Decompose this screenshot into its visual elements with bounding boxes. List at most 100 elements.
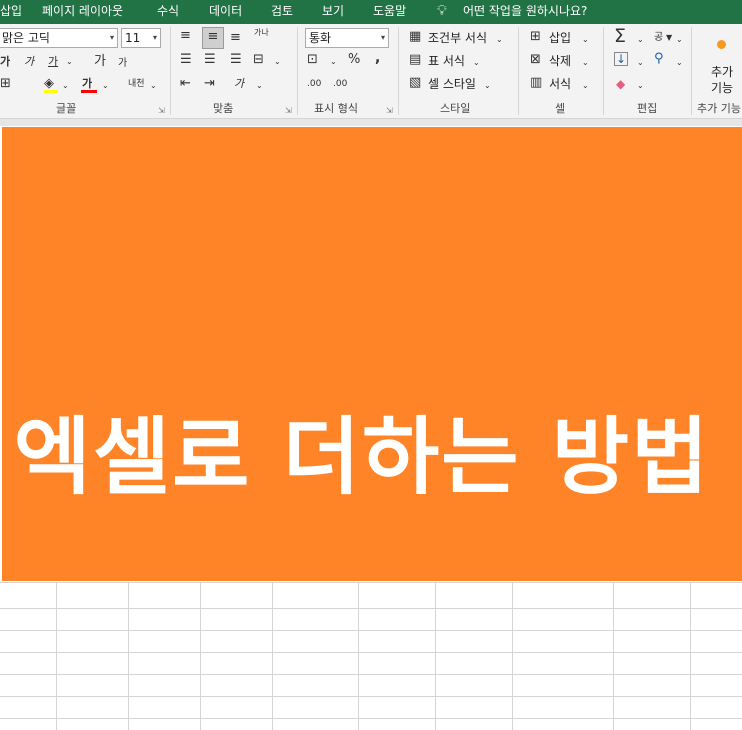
tab-formulas[interactable]: 수식	[157, 0, 179, 24]
add-ins-label-line1[interactable]: 추가	[711, 64, 733, 80]
group-label-number: 표시 형식	[314, 102, 358, 115]
eraser-icon[interactable]: ◆	[616, 76, 625, 92]
group-separator	[691, 27, 692, 115]
chevron-down-icon[interactable]: ⌄	[66, 54, 73, 70]
grid-column-line	[272, 582, 273, 730]
chevron-down-icon[interactable]: ⌄	[330, 54, 337, 70]
chevron-down-icon: ▾	[380, 33, 385, 42]
add-ins-icon	[717, 40, 726, 49]
font-name-value: 맑은 고딕	[2, 31, 50, 45]
format-as-table-button[interactable]: 표 서식	[428, 53, 465, 69]
group-label-cells: 셀	[555, 102, 566, 115]
chevron-down-icon[interactable]: ⌄	[637, 55, 644, 71]
group-separator	[297, 27, 298, 115]
chevron-down-icon[interactable]: ⌄	[582, 78, 589, 94]
increase-decimal-button[interactable]: .00	[307, 76, 321, 92]
chevron-down-icon[interactable]: ⌄	[102, 78, 109, 94]
format-cells-icon: ▥	[530, 75, 543, 90]
tab-page-layout[interactable]: 페이지 레이아웃	[42, 0, 123, 24]
worksheet-grid[interactable]	[0, 582, 742, 730]
fill-down-icon[interactable]: ↓	[614, 52, 628, 66]
find-icon[interactable]: ⚲	[654, 51, 664, 67]
align-middle-icon[interactable]: ≡	[202, 27, 224, 49]
grid-row-line	[0, 652, 742, 653]
sort-filter-button[interactable]: 공	[654, 30, 663, 46]
formula-bar-gap	[0, 119, 742, 126]
decrease-decimal-button[interactable]: .00	[333, 76, 347, 92]
conditional-formatting-button[interactable]: 조건부 서식	[428, 30, 487, 46]
tab-review[interactable]: 검토	[271, 0, 293, 24]
italic-button[interactable]: 가	[24, 54, 34, 70]
grid-column-line	[358, 582, 359, 730]
chevron-down-icon[interactable]: ⌄	[62, 78, 69, 94]
merge-center-icon[interactable]: ⊟	[253, 52, 264, 68]
grid-row-line	[0, 630, 742, 631]
phonetic-button[interactable]: 내천	[128, 76, 145, 92]
chevron-down-icon[interactable]: ⌄	[676, 32, 683, 48]
chevron-down-icon[interactable]: ⌄	[274, 54, 281, 70]
dialog-launcher-icon[interactable]: ⇲	[285, 106, 292, 115]
chevron-down-icon[interactable]: ⌄	[637, 32, 644, 48]
chevron-down-icon[interactable]: ⌄	[496, 32, 503, 48]
cell-styles-icon: ▧	[409, 75, 422, 90]
dialog-launcher-icon[interactable]: ⇲	[158, 106, 165, 115]
percent-button[interactable]: %	[348, 52, 360, 68]
align-left-icon[interactable]: ☰	[180, 52, 192, 68]
chevron-down-icon[interactable]: ⌄	[637, 78, 644, 94]
wrap-text-button[interactable]: 가나	[254, 28, 269, 37]
chevron-down-icon[interactable]: ⌄	[150, 78, 157, 94]
dialog-launcher-icon[interactable]: ⇲	[386, 106, 393, 115]
chevron-down-icon: ▾	[152, 33, 157, 42]
font-size-value: 11	[125, 31, 141, 45]
align-right-icon[interactable]: ☰	[230, 52, 242, 68]
add-ins-label-line2[interactable]: 기능	[711, 80, 733, 96]
font-color-swatch	[81, 90, 97, 93]
tab-data[interactable]: 데이터	[209, 0, 242, 24]
tab-help[interactable]: 도움말	[373, 0, 406, 24]
cell-styles-button[interactable]: 셀 스타일	[428, 76, 476, 92]
tell-me-search[interactable]: 어떤 작업을 원하시나요?	[463, 0, 587, 24]
grid-column-line	[200, 582, 201, 730]
autosum-icon[interactable]: Σ	[614, 26, 626, 46]
decrease-indent-icon[interactable]: ⇤	[180, 76, 191, 92]
accounting-format-icon[interactable]: ⊡	[307, 52, 318, 68]
grid-column-line	[56, 582, 57, 730]
bold-button[interactable]: 가	[0, 54, 10, 70]
font-size-select[interactable]: 11 ▾	[121, 28, 161, 48]
delete-cells-icon: ⊠	[530, 52, 541, 67]
group-label-editing: 편집	[637, 102, 658, 115]
chevron-down-icon[interactable]: ⌄	[582, 55, 589, 71]
group-separator	[170, 27, 171, 115]
grid-column-line	[690, 582, 691, 730]
tab-view[interactable]: 보기	[322, 0, 344, 24]
font-name-select[interactable]: 맑은 고딕 ▾	[0, 28, 118, 48]
underline-button[interactable]: 가	[48, 54, 58, 70]
align-center-icon[interactable]: ☰	[204, 52, 216, 68]
tab-insert[interactable]: 삽입	[0, 0, 22, 24]
chevron-down-icon[interactable]: ⌄	[484, 78, 491, 94]
shrink-font-button[interactable]: 가	[118, 56, 127, 72]
insert-cells-button[interactable]: 삽입	[549, 30, 571, 46]
orientation-button[interactable]: 가	[234, 76, 244, 92]
delete-cells-button[interactable]: 삭제	[549, 53, 571, 69]
border-icon[interactable]: ⊞	[0, 76, 11, 92]
group-label-add-ins: 추가 기능	[697, 102, 741, 115]
format-cells-button[interactable]: 서식	[549, 76, 571, 92]
ribbon-tab-bar: 삽입 페이지 레이아웃 수식 데이터 검토 보기 도움말 💡︎ 어떤 작업을 원…	[0, 0, 742, 24]
grow-font-button[interactable]: 가	[94, 54, 106, 70]
grid-column-line	[435, 582, 436, 730]
group-separator	[398, 27, 399, 115]
comma-button[interactable]: ,	[375, 50, 380, 66]
filter-icon: ▼	[666, 33, 673, 42]
increase-indent-icon[interactable]: ⇥	[204, 76, 215, 92]
align-top-icon[interactable]: ≡	[180, 28, 191, 44]
group-label-styles: 스타일	[440, 102, 471, 115]
group-separator	[603, 27, 604, 115]
chevron-down-icon[interactable]: ⌄	[676, 55, 683, 71]
align-bottom-icon[interactable]: ≡	[230, 30, 241, 46]
chevron-down-icon[interactable]: ⌄	[256, 78, 263, 94]
number-format-select[interactable]: 통화 ▾	[305, 28, 389, 48]
chevron-down-icon[interactable]: ⌄	[473, 55, 480, 71]
chevron-down-icon[interactable]: ⌄	[582, 32, 589, 48]
lightbulb-icon: 💡︎	[437, 3, 447, 19]
